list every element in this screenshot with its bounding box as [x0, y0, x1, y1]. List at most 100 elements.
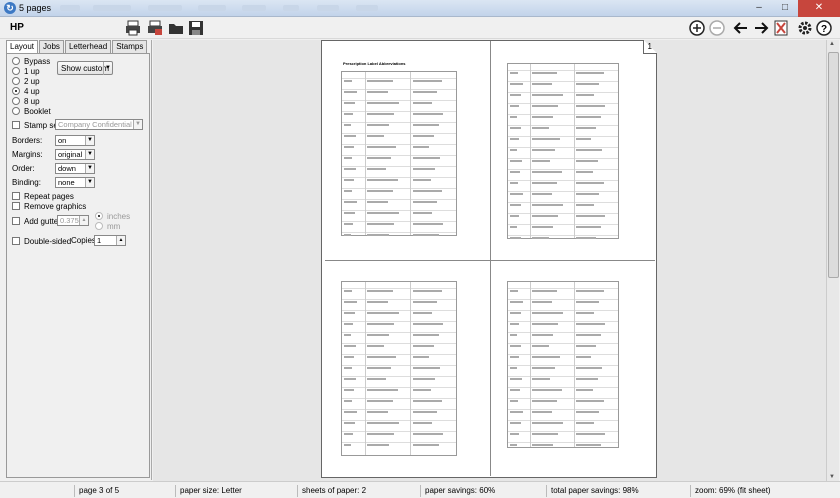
- mini-row: [342, 133, 456, 137]
- mode-1up[interactable]: 1 up: [12, 66, 40, 76]
- order-select[interactable]: down ▼: [55, 163, 95, 174]
- next-button[interactable]: [752, 19, 770, 37]
- mode-bypass[interactable]: Bypass: [12, 56, 50, 66]
- menu-ghost: [242, 5, 266, 11]
- mini-text: [344, 80, 352, 82]
- mini-text: [510, 116, 517, 118]
- mini-row: [508, 431, 618, 435]
- mini-col-line: [574, 64, 575, 238]
- borders-select[interactable]: on ▼: [55, 135, 95, 146]
- mini-text: [344, 400, 352, 402]
- gutter-input[interactable]: 0.375 ▲: [57, 215, 89, 226]
- mini-text: [344, 367, 352, 369]
- mini-text: [413, 102, 432, 104]
- mode-booklet[interactable]: Booklet: [12, 106, 51, 116]
- settings-button[interactable]: [796, 19, 814, 37]
- mini-text: [367, 124, 389, 126]
- delete-page-button[interactable]: [772, 19, 790, 37]
- page-heading: Prescription Label Abbreviations: [343, 61, 406, 66]
- mini-text: [576, 105, 605, 107]
- zoom-in-button[interactable]: [688, 19, 706, 37]
- mode-8up[interactable]: 8 up: [12, 96, 40, 106]
- mini-row: [342, 321, 456, 325]
- show-custom-button[interactable]: Show custom ▼: [57, 61, 113, 75]
- help-button[interactable]: ?: [815, 19, 833, 37]
- mini-text: [576, 160, 598, 162]
- mode-label: Bypass: [24, 56, 51, 66]
- menu-ghost: [283, 5, 299, 11]
- radio-icon: [12, 77, 20, 85]
- mode-2up[interactable]: 2 up: [12, 76, 40, 86]
- repeat-pages-label: Repeat pages: [24, 191, 74, 201]
- maximize-button[interactable]: □: [772, 0, 798, 17]
- save-button[interactable]: [187, 19, 205, 37]
- previous-button[interactable]: [732, 19, 750, 37]
- mini-table: [507, 63, 619, 239]
- margins-select[interactable]: original ▼: [55, 149, 95, 160]
- mm-radio[interactable]: mm: [95, 221, 120, 231]
- mode-4up[interactable]: 4 up: [12, 86, 40, 96]
- status-paper-size: paper size: Letter: [175, 485, 297, 497]
- mini-text: [510, 193, 523, 195]
- mode-label: 8 up: [24, 96, 40, 106]
- mini-text: [367, 301, 388, 303]
- preview-sheet[interactable]: 1 Prescription Label Abbreviations: [321, 40, 657, 478]
- mini-text: [576, 367, 602, 369]
- printer-cancel-icon: [148, 20, 162, 35]
- scroll-down-icon[interactable]: ▼: [829, 474, 835, 480]
- tab-stamps[interactable]: Stamps: [112, 40, 148, 53]
- remove-graphics-label: Remove graphics: [24, 201, 87, 211]
- double-sided-checkbox[interactable]: Double-sided: [12, 236, 71, 246]
- repeat-pages-checkbox[interactable]: Repeat pages: [12, 191, 74, 201]
- mini-col-line: [530, 64, 531, 238]
- open-button[interactable]: [167, 19, 185, 37]
- print-button[interactable]: [124, 19, 142, 37]
- mini-text: [413, 301, 437, 303]
- stamp-set-select[interactable]: Company Confidential ▼: [55, 119, 143, 130]
- stamp-set-value: Company Confidential: [58, 120, 132, 129]
- zoom-out-button[interactable]: [708, 19, 726, 37]
- vertical-scrollbar[interactable]: ▲ ▼: [826, 40, 839, 481]
- mini-text: [532, 204, 563, 206]
- spinner-icon: ▲: [116, 236, 125, 245]
- close-button[interactable]: ✕: [798, 0, 840, 17]
- borders-value: on: [58, 136, 67, 145]
- mini-text: [510, 149, 517, 151]
- minimize-button[interactable]: –: [746, 0, 772, 17]
- mini-row: [508, 398, 618, 402]
- inches-radio[interactable]: inches: [95, 211, 130, 221]
- mini-text: [413, 400, 442, 402]
- checkbox-icon: [12, 217, 20, 225]
- copies-input[interactable]: 1 ▲: [94, 235, 126, 246]
- scrollbar-thumb[interactable]: [828, 52, 839, 278]
- menu-ghost: [198, 5, 226, 11]
- cancel-print-button[interactable]: [146, 19, 164, 37]
- mini-text: [344, 179, 354, 181]
- status-sheets: sheets of paper: 2: [297, 485, 419, 497]
- checkbox-icon: [12, 237, 20, 245]
- mini-text: [413, 124, 439, 126]
- mini-text: [576, 334, 601, 336]
- mini-text: [510, 171, 520, 173]
- mini-text: [576, 356, 591, 358]
- stamp-set-checkbox[interactable]: Stamp set: [12, 120, 60, 130]
- mini-text: [576, 444, 601, 446]
- window-controls: – □ ✕: [746, 0, 840, 17]
- order-value: down: [58, 164, 76, 173]
- tab-jobs[interactable]: Jobs: [39, 40, 64, 53]
- menu-ghost: [93, 5, 131, 11]
- mini-row: [508, 321, 618, 325]
- mini-text: [532, 149, 555, 151]
- mini-text: [532, 444, 553, 446]
- margins-value: original: [58, 150, 83, 159]
- mini-row: [508, 202, 618, 206]
- mini-text: [367, 234, 389, 236]
- tab-letterhead[interactable]: Letterhead: [64, 40, 112, 53]
- remove-graphics-checkbox[interactable]: Remove graphics: [12, 201, 86, 211]
- mini-text: [413, 80, 442, 82]
- mini-text: [510, 389, 520, 391]
- tab-layout[interactable]: Layout: [6, 40, 39, 54]
- binding-select[interactable]: none ▼: [55, 177, 95, 188]
- mini-text: [510, 301, 523, 303]
- scroll-up-icon[interactable]: ▲: [829, 41, 835, 47]
